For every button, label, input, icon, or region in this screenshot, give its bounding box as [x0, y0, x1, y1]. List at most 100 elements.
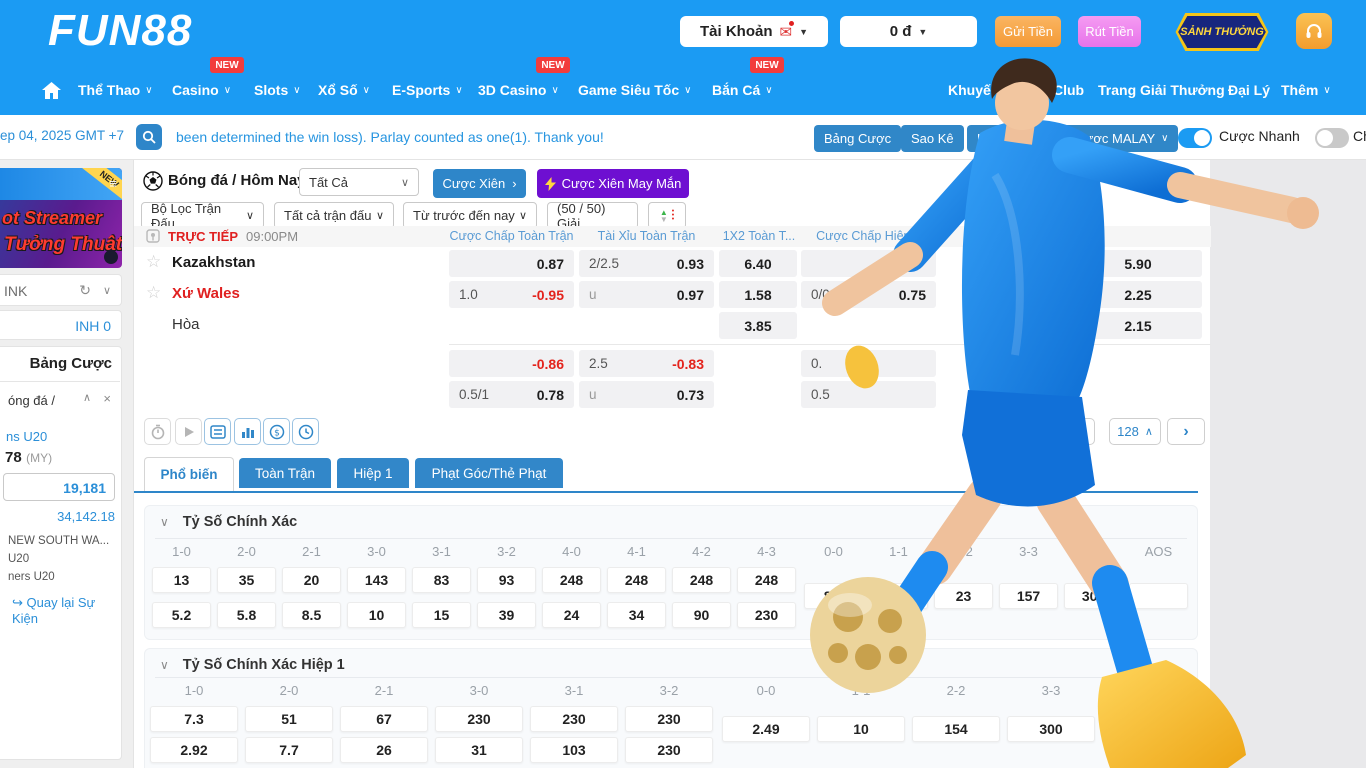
odds-box[interactable]: 7.7 [245, 737, 333, 763]
nav-3d-casino[interactable]: 3D Casino∨ [478, 78, 559, 102]
odds-box[interactable]: 5.8 [217, 602, 276, 628]
odds-box[interactable]: u0.73 [579, 381, 714, 408]
odds-box[interactable]: 5.90 [1074, 250, 1202, 277]
odds-box[interactable]: 230 [530, 706, 618, 732]
nav-them[interactable]: Thêm∨ [1281, 78, 1331, 102]
odds-box[interactable]: 248 [672, 567, 731, 593]
odds-box[interactable]: 2.15 [1074, 312, 1202, 339]
filter-time-select[interactable]: Từ trước đến nay∨ [403, 202, 537, 229]
chevron-down-icon[interactable]: ∨ [160, 658, 169, 672]
odds-box[interactable]: 83 [412, 567, 471, 593]
odds-box[interactable]: 1.58 [719, 281, 797, 308]
pin-icon[interactable] [146, 229, 160, 243]
odds-box[interactable]: 3.85 [719, 312, 797, 339]
list-view-icon[interactable] [204, 418, 231, 445]
refresh-icon[interactable]: ↻ [79, 282, 91, 299]
page-select[interactable]: 128∧ [1109, 418, 1161, 445]
tab-pho-bien[interactable]: Phổ biến [144, 457, 234, 491]
odds-box[interactable]: 10 [347, 602, 406, 628]
filter-match-select[interactable]: Bộ Lọc Trận Đấu∨ [141, 202, 264, 229]
odds-box[interactable]: 143 [347, 567, 406, 593]
odds-box[interactable]: 26 [340, 737, 428, 763]
odds-box[interactable]: 248 [542, 567, 601, 593]
odds-box[interactable]: 7.3 [150, 706, 238, 732]
sort-toggle[interactable]: ▲▼ ••• [648, 202, 686, 229]
next-page-button[interactable]: › [1167, 418, 1205, 445]
rewards-lobby-badge[interactable]: SẢNH THƯỞNG [1168, 13, 1276, 51]
nav-club[interactable]: Club [1053, 78, 1084, 102]
mode-toggle[interactable] [1315, 128, 1349, 148]
quick-bet-toggle[interactable] [1178, 128, 1212, 148]
filter-all-matches-select[interactable]: Tất cả trận đấu∨ [274, 202, 394, 229]
odds-box[interactable]: 1.0-0.95 [449, 281, 574, 308]
chevron-down-icon[interactable]: ∨ [160, 515, 169, 529]
odds-box[interactable]: 230 [435, 706, 523, 732]
nav-xo-so[interactable]: Xổ Số∨ [318, 78, 370, 102]
favorite-star-icon[interactable]: ☆ [146, 283, 161, 303]
bar-chart-icon[interactable] [234, 418, 261, 445]
withdraw-button[interactable]: Rút Tiền [1078, 16, 1141, 47]
odds-box[interactable]: 0.5/10.78 [449, 381, 574, 408]
odds-box[interactable]: 8.5 [282, 602, 341, 628]
nav-the-thao[interactable]: Thể Thao∨ [78, 78, 153, 102]
stopwatch-icon[interactable] [144, 418, 171, 445]
close-icon[interactable]: × [103, 391, 111, 406]
odds-box[interactable]: 2.92 [150, 737, 238, 763]
odds-box[interactable]: 51 [245, 706, 333, 732]
team-name[interactable]: Xứ Wales [172, 285, 240, 302]
parlay-button[interactable]: Cược Xiên› [433, 169, 526, 198]
balance-dropdown[interactable]: 0 đ ▼ [840, 16, 977, 47]
odds-box[interactable]: 39 [477, 602, 536, 628]
team-name[interactable]: Kazakhstan [172, 254, 255, 271]
odds-box[interactable]: 93 [477, 567, 536, 593]
odds-box[interactable]: 7.3 [869, 583, 928, 609]
odds-box[interactable]: 34 [607, 602, 666, 628]
odds-box[interactable]: 5.2 [152, 602, 211, 628]
odds-box[interactable]: -0.86 [449, 350, 574, 377]
team-name[interactable]: Hòa [172, 316, 200, 333]
nav-khuyen-mai[interactable]: Khuyến Mãi [948, 78, 1027, 102]
filter-league-count[interactable]: (50 / 50) Giải [547, 202, 638, 229]
odds-box[interactable]: 90 [672, 602, 731, 628]
tab-phat-goc[interactable]: Phạt Góc/Thẻ Phạt [415, 458, 563, 488]
odds-box[interactable]: 103 [530, 737, 618, 763]
odds-box[interactable]: 13 [152, 567, 211, 593]
deposit-button[interactable]: Gửi Tiền [995, 16, 1061, 47]
chevron-up-icon[interactable]: ∧ [83, 391, 91, 404]
odds-box[interactable]: 23 [934, 583, 993, 609]
odds-box[interactable]: 230 [625, 737, 713, 763]
bang-cuoc-button[interactable]: Bảng Cược [814, 125, 901, 152]
odds-box[interactable]: 8.5 [804, 583, 863, 609]
odds-box[interactable] [801, 250, 936, 277]
lucky-parlay-button[interactable]: Cược Xiên May Mắn [537, 169, 689, 198]
support-headset-button[interactable] [1296, 13, 1332, 49]
odds-box[interactable] [1129, 583, 1188, 609]
odds-box[interactable]: 98 [1102, 716, 1190, 742]
fun88-logo[interactable]: FUN88 [48, 6, 192, 56]
nav-trang-giai-thuong[interactable]: Trang Giải Thưởng [1098, 78, 1225, 102]
odds-box[interactable]: 31 [435, 737, 523, 763]
nav-ban-ca[interactable]: Bắn Cá∨ [712, 78, 773, 102]
nav-esports[interactable]: E-Sports∨ [392, 78, 463, 102]
tab-toan-tran[interactable]: Toàn Trận [239, 458, 331, 488]
odds-box[interactable]: 154 [912, 716, 1000, 742]
nav-slots[interactable]: Slots∨ [254, 78, 301, 102]
odds-box[interactable]: u0.97 [579, 281, 714, 308]
favorite-star-icon[interactable]: ☆ [146, 252, 161, 272]
odds-box[interactable]: 0.87 [449, 250, 574, 277]
currency-icon[interactable]: $ [263, 418, 290, 445]
odds-box[interactable]: 0/0.50.75 [801, 281, 936, 308]
odds-box[interactable]: 10 [817, 716, 905, 742]
odds-box[interactable]: 300 [1007, 716, 1095, 742]
account-dropdown[interactable]: Tài Khoản ✉ ▼ [680, 16, 828, 47]
home-icon[interactable] [42, 78, 61, 102]
bet-team-link[interactable]: ns U20 [6, 429, 47, 444]
odds-box[interactable]: 300 [1064, 583, 1123, 609]
sao-ke-button[interactable]: Sao Kê [901, 125, 964, 152]
odds-box[interactable]: 35 [217, 567, 276, 593]
odds-box[interactable]: 20 [282, 567, 341, 593]
odds-box[interactable]: 0. [801, 350, 936, 377]
odds-box[interactable]: 2.25 [1074, 281, 1202, 308]
odds-type-dropdown[interactable]: Tỉ lệ cược MALAY∨ [1040, 125, 1178, 152]
league-filter-select[interactable]: Tất Cả∨ [299, 168, 419, 196]
